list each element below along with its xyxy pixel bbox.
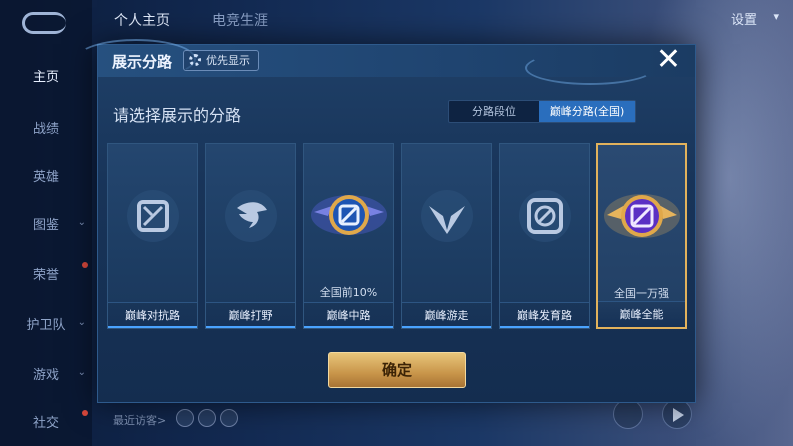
sidebar-item-label: 英雄 [32, 170, 59, 185]
avatar[interactable] [220, 409, 238, 427]
sidebar-item-label: 图鉴 [32, 218, 59, 233]
avatar[interactable] [198, 409, 216, 427]
top-bar: 个人主页 电竞生涯 设置 ▾ [92, 0, 793, 36]
sidebar-item-heroes[interactable]: 英雄 [0, 166, 92, 185]
sidebar-item-record[interactable]: 战绩 [0, 118, 92, 137]
sidebar-item-label: 游戏 [32, 368, 59, 383]
priority-display-button[interactable]: 优先显示 [183, 50, 259, 71]
dialog-subtitle: 请选择展示的分路 [113, 106, 242, 125]
settings-button[interactable]: 设置 [731, 9, 757, 28]
back-icon[interactable] [22, 12, 66, 34]
crossed-swords-icon [126, 190, 179, 242]
divider [108, 326, 197, 328]
sidebar-item-label: 荣誉 [32, 268, 59, 283]
sidebar-item-label: 社交 [32, 416, 59, 431]
sidebar-item-gallery[interactable]: 图鉴 ⌄ [0, 214, 92, 233]
lane-card-farm[interactable]: 巅峰发育路 [499, 143, 590, 329]
sidebar-item-label: 战绩 [32, 122, 59, 137]
confirm-button[interactable]: 确定 [328, 352, 466, 388]
lane-card-label: 巅峰游走 [402, 302, 491, 328]
notification-dot [82, 410, 88, 416]
sidebar-item-honor[interactable]: 荣誉 [0, 262, 92, 283]
wings-icon [420, 190, 473, 242]
lane-card-label: 巅峰打野 [206, 302, 295, 328]
avatar[interactable] [176, 409, 194, 427]
all-round-icon [603, 194, 680, 238]
tab-lane-rank[interactable]: 分路段位 [449, 101, 539, 122]
tab-peak-lane[interactable]: 巅峰分路(全国) [539, 101, 635, 122]
rank-text: 全国前10% [319, 286, 378, 299]
tab-esports[interactable]: 电竞生涯 [212, 10, 268, 30]
sidebar-item-social[interactable]: 社交 [0, 410, 92, 431]
divider [500, 326, 589, 328]
chevron-down-icon: ⌄ [77, 367, 86, 378]
sidebar-item-label: 护卫队 [26, 318, 66, 333]
tab-profile[interactable]: 个人主页 [114, 10, 170, 30]
dragon-icon [224, 190, 277, 242]
gear-icon [189, 54, 201, 66]
close-icon[interactable]: ✕ [656, 43, 681, 77]
priority-display-label: 优先显示 [206, 54, 250, 67]
lane-card-label: 巅峰对抗路 [108, 302, 197, 328]
rank-text: 全国一万强 [614, 287, 669, 300]
lane-card-mid[interactable]: 全国前10% 巅峰中路 [303, 143, 394, 329]
dialog-title: 展示分路 [112, 53, 173, 71]
display-lane-dialog: 展示分路 优先显示 ✕ 请选择展示的分路 分路段位 巅峰分路(全国) 巅峰对抗路… [76, 39, 696, 403]
lane-card-top[interactable]: 巅峰对抗路 [107, 143, 198, 329]
sidebar-item-label: 主页 [32, 70, 59, 85]
divider [304, 326, 393, 328]
sidebar-item-guard[interactable]: 护卫队 ⌄ [0, 314, 92, 333]
chevron-down-icon: ⌄ [77, 217, 86, 228]
sidebar-item-game[interactable]: 游戏 ⌄ [0, 364, 92, 383]
divider [206, 326, 295, 328]
target-icon [518, 190, 571, 242]
lane-card-label: 巅峰中路 [304, 302, 393, 328]
play-icon [673, 408, 684, 422]
swirl-ornament [525, 51, 655, 85]
sidebar: 主页 战绩 英雄 图鉴 ⌄ 荣誉 护卫队 ⌄ 游戏 ⌄ 社交 [0, 0, 92, 446]
recent-visitors-link[interactable]: 最近访客> [113, 412, 166, 428]
play-button[interactable] [662, 399, 692, 429]
lane-card-support[interactable]: 巅峰游走 [401, 143, 492, 329]
lane-type-switch: 分路段位 巅峰分路(全国) [448, 100, 636, 123]
chevron-down-icon[interactable]: ▾ [773, 10, 779, 23]
emote-button[interactable] [613, 399, 643, 429]
lane-card-jungle[interactable]: 巅峰打野 [205, 143, 296, 329]
lane-card-all-round[interactable]: 全国一万强 巅峰全能 [596, 143, 687, 329]
mid-lane-icon [310, 195, 387, 235]
lane-card-label: 巅峰发育路 [500, 302, 589, 328]
dialog-header: 展示分路 优先显示 ✕ [76, 39, 695, 85]
divider [402, 326, 491, 328]
notification-dot [82, 262, 88, 268]
chevron-down-icon: ⌄ [77, 317, 86, 328]
sidebar-item-home[interactable]: 主页 [0, 66, 92, 85]
lane-card-label: 巅峰全能 [598, 301, 685, 327]
